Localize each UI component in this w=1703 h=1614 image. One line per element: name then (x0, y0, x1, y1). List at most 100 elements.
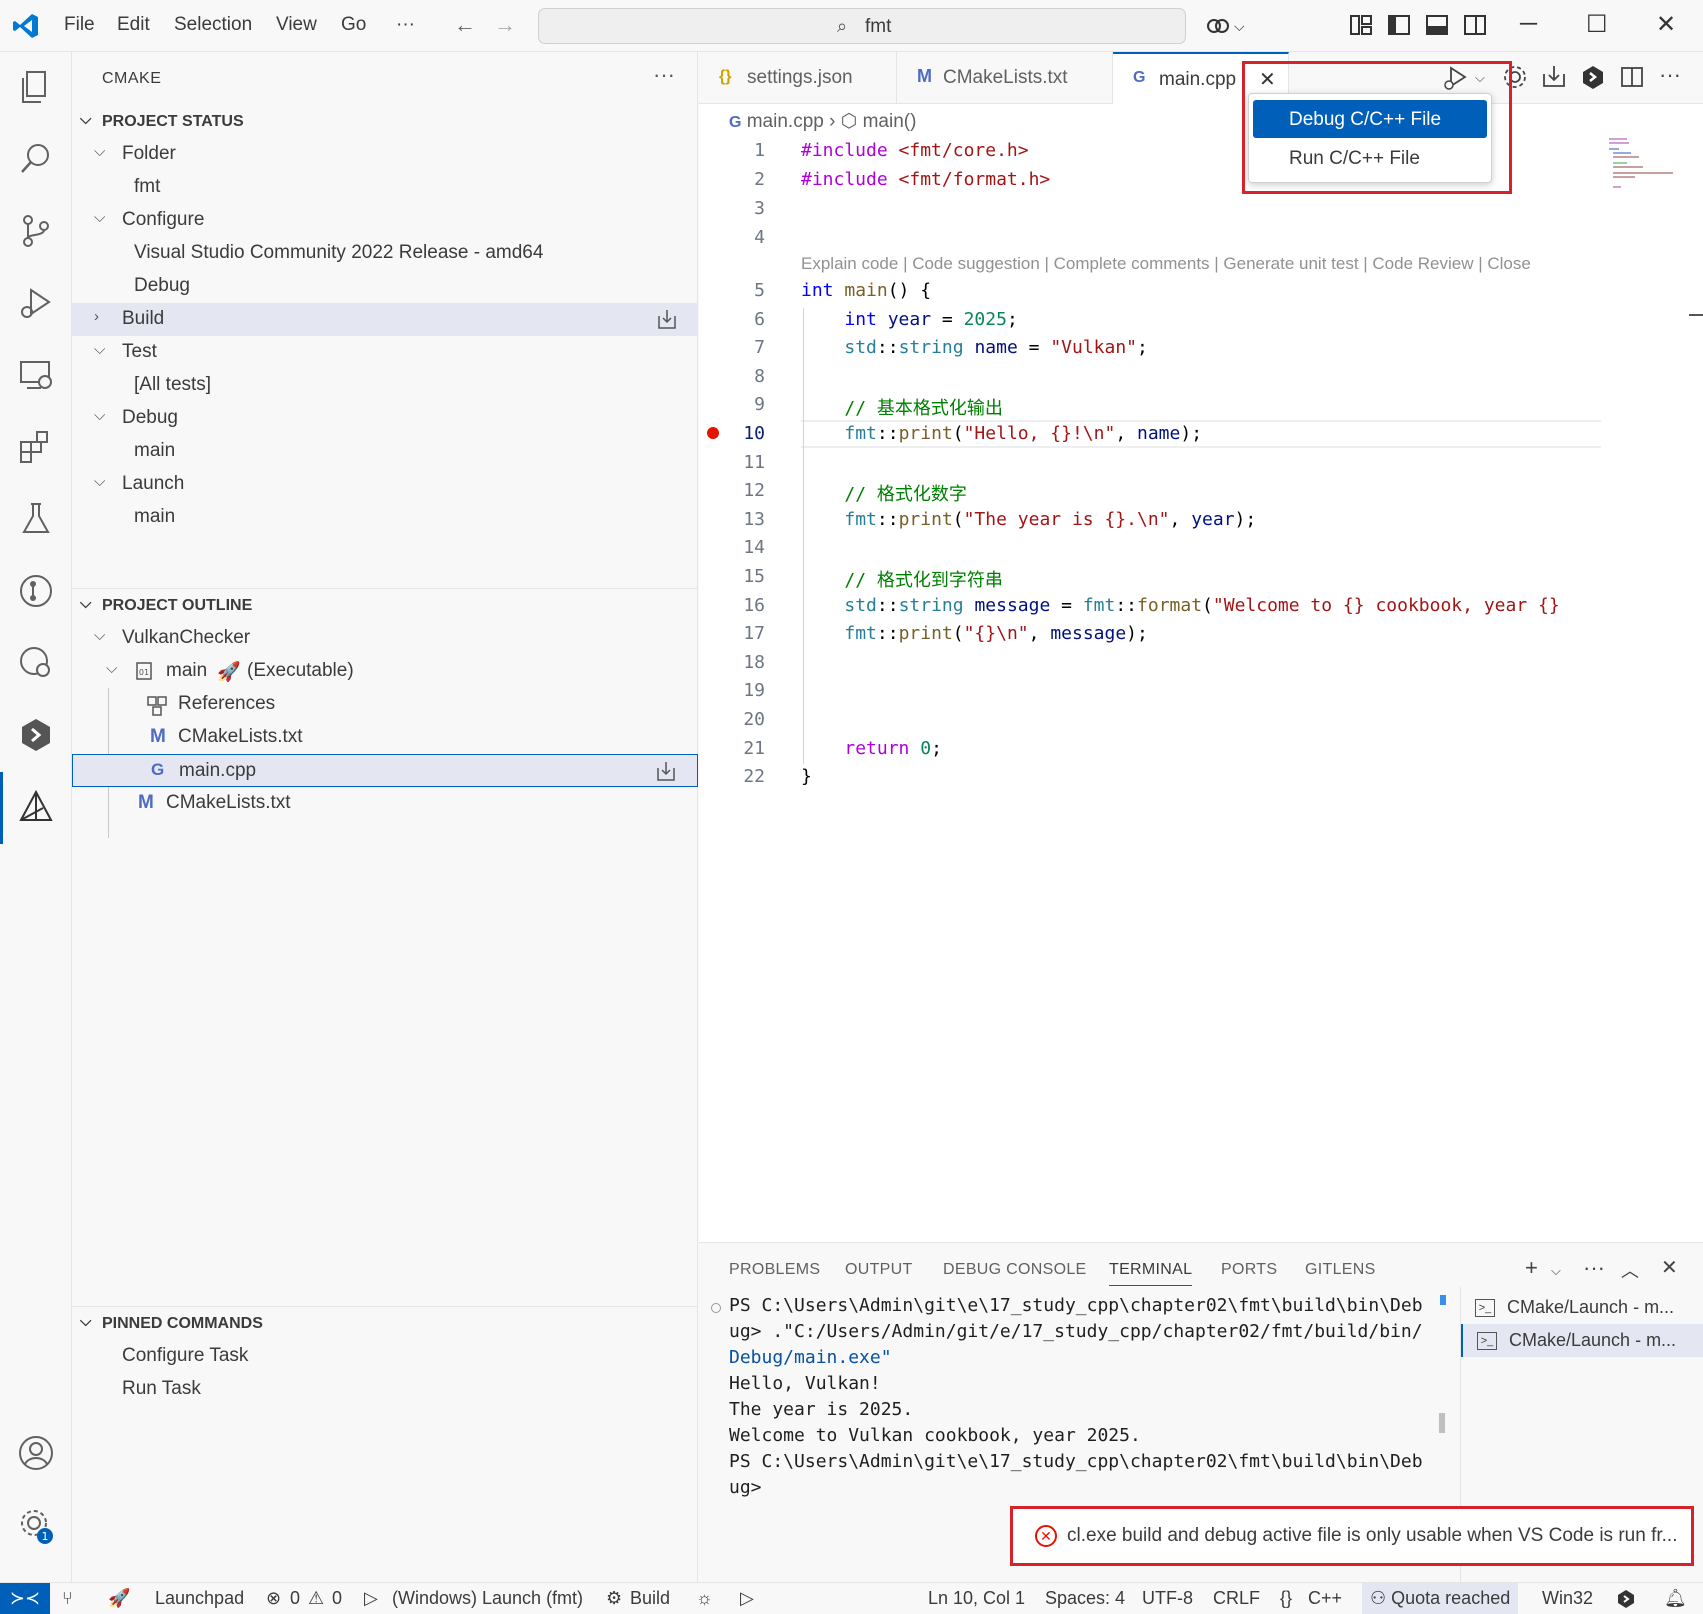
more-actions-icon[interactable]: ··· (653, 62, 675, 88)
forward-arrow-icon[interactable]: → (494, 12, 516, 38)
tree-item-target-cmakelists[interactable]: M CMakeLists.txt (72, 721, 698, 754)
tree-item-references[interactable]: References (72, 688, 698, 721)
source-control-status-icon[interactable]: ⑂ (62, 1588, 73, 1609)
remote-indicator-icon[interactable]: ≻≺ (0, 1583, 50, 1614)
encoding-status[interactable]: UTF-8 (1142, 1588, 1193, 1609)
new-terminal-icon[interactable]: + (1525, 1255, 1538, 1281)
gitlens-inspect-icon[interactable] (17, 644, 55, 682)
copilot-quota-status[interactable]: ⚇ Quota reached (1362, 1583, 1519, 1614)
menu-view[interactable]: View (276, 14, 317, 36)
maximize-panel-icon[interactable]: ︿ (1621, 1257, 1639, 1283)
cpp-extension-icon[interactable] (1580, 64, 1606, 90)
tree-item-fmt[interactable]: fmt (72, 171, 698, 204)
split-editor-icon[interactable] (1619, 64, 1645, 90)
menu-selection[interactable]: Selection (174, 14, 252, 36)
eol-status[interactable]: CRLF (1213, 1588, 1260, 1609)
tree-item-debug[interactable]: ⌵ Debug (72, 402, 698, 435)
breadcrumb-symbol[interactable]: main() (863, 111, 917, 132)
errors-count[interactable]: 0 (290, 1588, 300, 1609)
notifications-bell-icon[interactable]: 🔔︎ (1664, 1588, 1687, 1609)
build-icon[interactable] (1541, 64, 1567, 90)
language-mode[interactable]: C++ (1308, 1588, 1342, 1609)
chevron-down-icon[interactable]: ⌵ (1551, 1263, 1561, 1279)
tree-item-launch-target[interactable]: main (72, 501, 698, 534)
explorer-icon[interactable] (17, 68, 55, 106)
debug-bug-icon[interactable]: ☼ (696, 1588, 713, 1609)
menu-file[interactable]: File (64, 14, 95, 36)
toggle-primary-sidebar-icon[interactable] (1386, 12, 1412, 38)
tree-item-project-cmakelists[interactable]: M CMakeLists.txt (72, 787, 698, 820)
pinned-item-configure-task[interactable]: Configure Task (72, 1340, 698, 1373)
tree-item-main-cpp[interactable]: G main.cpp (72, 754, 698, 787)
extensions-icon[interactable] (17, 428, 55, 466)
terminal-instance[interactable]: >_ CMake/Launch - m... (1461, 1291, 1703, 1324)
close-panel-icon[interactable]: ✕ (1661, 1255, 1678, 1280)
panel-tab-terminal[interactable]: TERMINAL (1109, 1261, 1193, 1286)
run-play-icon[interactable]: ▷ (740, 1588, 754, 1609)
tree-item-debug-target[interactable]: main (72, 435, 698, 468)
menu-more[interactable]: ··· (396, 14, 415, 36)
terminal-instance-active[interactable]: >_ CMake/Launch - m... (1461, 1324, 1703, 1357)
manage-gear-icon[interactable]: 1 (17, 1506, 55, 1544)
pinned-item-run-task[interactable]: Run Task (72, 1373, 698, 1406)
gitlens-icon[interactable] (17, 572, 55, 610)
more-actions-icon[interactable]: ··· (1583, 1255, 1605, 1281)
tree-item-launch[interactable]: ⌵ Launch (72, 468, 698, 501)
remote-explorer-icon[interactable] (17, 356, 55, 394)
panel-tab-output[interactable]: OUTPUT (845, 1261, 913, 1279)
run-and-debug-icon[interactable] (17, 284, 55, 322)
platform-status[interactable]: Win32 (1542, 1588, 1593, 1609)
build-status[interactable]: Build (630, 1588, 670, 1609)
cmake-icon[interactable] (17, 788, 55, 826)
close-window-button[interactable]: ✕ (1656, 10, 1676, 39)
tree-item-project[interactable]: ⌵ VulkanChecker (72, 622, 698, 655)
warnings-count[interactable]: 0 (332, 1588, 342, 1609)
section-header-project-outline[interactable]: ⌵ PROJECT OUTLINE (72, 592, 698, 622)
more-actions-icon[interactable]: ··· (1659, 62, 1681, 88)
breakpoint-icon[interactable] (707, 427, 719, 439)
toggle-secondary-sidebar-icon[interactable] (1462, 12, 1488, 38)
tree-item-build-type[interactable]: Debug (72, 270, 698, 303)
terminal-scrollbar[interactable] (1439, 1413, 1445, 1433)
copilot-icon[interactable] (1205, 12, 1231, 38)
error-notification[interactable]: ✕ cl.exe build and debug active file is … (1010, 1506, 1694, 1566)
search-view-icon[interactable] (17, 140, 55, 178)
panel-tab-gitlens[interactable]: GITLENS (1305, 1261, 1376, 1279)
breadcrumb-file[interactable]: main.cpp (747, 111, 824, 132)
tree-item-target-main[interactable]: ⌵ 01 main 🚀 (Executable) (72, 655, 698, 688)
panel-tab-problems[interactable]: PROBLEMS (729, 1261, 820, 1279)
tree-item-kit[interactable]: Visual Studio Community 2022 Release - a… (72, 237, 698, 270)
tree-item-build[interactable]: › Build (72, 303, 698, 336)
build-file-icon[interactable] (655, 760, 677, 782)
cpp-extension-status-icon[interactable] (1616, 1589, 1636, 1609)
minimap[interactable] (1609, 134, 1689, 194)
cursor-position[interactable]: Ln 10, Col 1 (928, 1588, 1025, 1609)
menu-edit[interactable]: Edit (117, 14, 150, 36)
tree-item-configure[interactable]: ⌵ Configure (72, 204, 698, 237)
codelens-actions[interactable]: Explain code | Code suggestion | Complet… (801, 254, 1531, 274)
launch-config-status[interactable]: (Windows) Launch (fmt) (392, 1588, 583, 1609)
code-editor[interactable]: G main.cpp › ⬡ main() 1 2 3 4 5 6 7 8 9 … (699, 104, 1703, 1242)
command-center-search[interactable]: ⌕ fmt (538, 8, 1186, 44)
accounts-icon[interactable] (17, 1434, 55, 1472)
indentation-status[interactable]: Spaces: 4 (1045, 1588, 1125, 1609)
maximize-button[interactable]: ☐ (1586, 10, 1608, 39)
panel-tab-debug-console[interactable]: DEBUG CONSOLE (943, 1261, 1087, 1279)
testing-icon[interactable] (17, 500, 55, 538)
tree-item-folder[interactable]: ⌵ Folder (72, 138, 698, 171)
tab-settings-json[interactable]: {} settings.json (699, 52, 897, 104)
tree-item-test[interactable]: ⌵ Test (72, 336, 698, 369)
launchpad-status[interactable]: Launchpad (155, 1588, 244, 1609)
section-header-project-status[interactable]: ⌵ PROJECT STATUS (72, 108, 698, 138)
tab-cmakelists[interactable]: M CMakeLists.txt (897, 52, 1113, 104)
panel-tab-ports[interactable]: PORTS (1221, 1261, 1277, 1279)
minimize-button[interactable]: ─ (1520, 10, 1537, 38)
toggle-panel-icon[interactable] (1424, 12, 1450, 38)
customize-layout-icon[interactable] (1348, 12, 1374, 38)
build-icon[interactable] (656, 308, 678, 330)
tree-item-all-tests[interactable]: [All tests] (72, 369, 698, 402)
back-arrow-icon[interactable]: ← (454, 12, 476, 38)
section-header-pinned-commands[interactable]: ⌵ PINNED COMMANDS (72, 1310, 698, 1340)
cpp-extension-icon[interactable] (17, 716, 55, 754)
source-control-icon[interactable] (17, 212, 55, 250)
